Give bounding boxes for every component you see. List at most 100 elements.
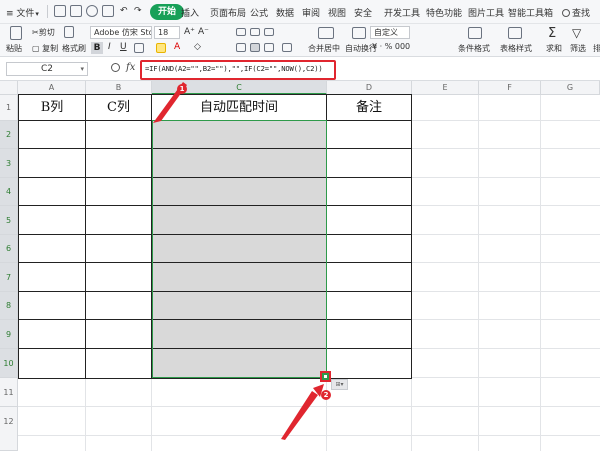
italic-button[interactable]: I bbox=[108, 42, 111, 52]
cut-button[interactable]: ✂剪切 bbox=[32, 27, 55, 38]
cell-d1[interactable]: 备注 bbox=[327, 95, 412, 121]
column-header-f[interactable]: F bbox=[479, 81, 541, 95]
decrease-font-icon[interactable]: A⁻ bbox=[198, 27, 209, 37]
file-menu[interactable]: ≡ 文件▾ bbox=[6, 6, 39, 19]
font-size-select[interactable]: 18 bbox=[154, 26, 180, 39]
tab-review[interactable]: 审阅 bbox=[302, 6, 320, 19]
cell-a7[interactable] bbox=[19, 263, 86, 292]
cell-b4[interactable] bbox=[86, 178, 152, 206]
cell-d9[interactable] bbox=[327, 320, 412, 349]
bold-button[interactable]: B bbox=[91, 42, 103, 54]
tab-data[interactable]: 数据 bbox=[276, 6, 294, 19]
save-icon[interactable] bbox=[54, 5, 66, 17]
row-header-6[interactable]: 6 bbox=[0, 235, 18, 263]
cell-b9[interactable] bbox=[86, 320, 152, 349]
row-header-2[interactable]: 2 bbox=[0, 121, 18, 149]
cell-c7[interactable] bbox=[152, 263, 327, 292]
export-pdf-icon[interactable] bbox=[70, 5, 82, 17]
cell-b3[interactable] bbox=[86, 149, 152, 178]
column-header-e[interactable]: E bbox=[412, 81, 479, 95]
column-header-d[interactable]: D bbox=[327, 81, 412, 95]
currency-format-icon[interactable]: ¥ · % 000 bbox=[372, 42, 410, 51]
font-color-icon[interactable]: A bbox=[174, 42, 180, 52]
underline-button[interactable]: U bbox=[120, 42, 127, 52]
cell-c4[interactable] bbox=[152, 178, 327, 206]
sort-label[interactable]: 排序 bbox=[593, 43, 600, 54]
cell-c8[interactable] bbox=[152, 292, 327, 320]
distributed-align-icon[interactable] bbox=[282, 43, 292, 52]
tab-security[interactable]: 安全 bbox=[354, 6, 372, 19]
name-box[interactable]: C2 ▾ bbox=[6, 62, 88, 76]
cell-a1[interactable]: B列 bbox=[19, 95, 86, 121]
zoom-formula-icon[interactable] bbox=[111, 63, 120, 72]
tab-smart-toolbox[interactable]: 智能工具箱 bbox=[508, 6, 553, 19]
cell-d5[interactable] bbox=[327, 206, 412, 235]
cell-a9[interactable] bbox=[19, 320, 86, 349]
conditional-format-icon[interactable] bbox=[468, 27, 482, 39]
cell-b8[interactable] bbox=[86, 292, 152, 320]
cell-c9[interactable] bbox=[152, 320, 327, 349]
cell-c2[interactable] bbox=[152, 121, 327, 149]
cell-b5[interactable] bbox=[86, 206, 152, 235]
format-painter-label[interactable]: 格式刷 bbox=[62, 43, 86, 54]
align-left-icon[interactable] bbox=[236, 43, 246, 52]
tab-view[interactable]: 视图 bbox=[328, 6, 346, 19]
cell-a8[interactable] bbox=[19, 292, 86, 320]
sum-icon[interactable]: Σ bbox=[548, 26, 556, 41]
cell-a10[interactable] bbox=[19, 349, 86, 379]
cell-b1[interactable]: C列 bbox=[86, 95, 152, 121]
print-preview-icon[interactable] bbox=[102, 5, 114, 17]
filter-label[interactable]: 筛选 bbox=[570, 43, 586, 54]
cell-b10[interactable] bbox=[86, 349, 152, 379]
row-header-8[interactable]: 8 bbox=[0, 292, 18, 320]
cell-a3[interactable] bbox=[19, 149, 86, 178]
wrap-text-icon[interactable] bbox=[352, 27, 366, 39]
cell-c10[interactable] bbox=[152, 349, 327, 379]
align-top-icon[interactable] bbox=[236, 28, 246, 36]
table-style-label[interactable]: 表格样式 bbox=[500, 43, 532, 54]
paste-icon[interactable] bbox=[10, 26, 22, 40]
row-header-11[interactable]: 11 bbox=[0, 378, 18, 407]
row-header-12[interactable]: 12 bbox=[0, 407, 18, 451]
column-header-g[interactable]: G bbox=[541, 81, 600, 95]
copy-button[interactable]: ▢ 复制 bbox=[32, 43, 58, 54]
row-header-3[interactable]: 3 bbox=[0, 149, 18, 178]
align-middle-icon[interactable] bbox=[250, 28, 260, 36]
increase-font-icon[interactable]: A⁺ bbox=[184, 27, 195, 37]
tab-picture-tools[interactable]: 图片工具 bbox=[468, 6, 504, 19]
row-header-7[interactable]: 7 bbox=[0, 263, 18, 292]
column-header-b[interactable]: B bbox=[86, 81, 152, 95]
cell-b2[interactable] bbox=[86, 121, 152, 149]
cell-b6[interactable] bbox=[86, 235, 152, 263]
cell-c6[interactable] bbox=[152, 235, 327, 263]
tab-formulas[interactable]: 公式 bbox=[250, 6, 268, 19]
merge-center-label[interactable]: 合并居中 bbox=[308, 43, 340, 54]
tab-insert[interactable]: 插入 bbox=[181, 6, 199, 19]
cell-c1[interactable]: 自动匹配时间 bbox=[152, 95, 327, 121]
fill-handle[interactable] bbox=[320, 371, 331, 382]
cell-d4[interactable] bbox=[327, 178, 412, 206]
align-bottom-icon[interactable] bbox=[264, 28, 274, 36]
select-all-corner[interactable] bbox=[0, 81, 18, 95]
tab-home[interactable]: 开始 bbox=[150, 4, 185, 20]
formula-input[interactable]: =IF(AND(A2="",B2=""),"",IF(C2="",NOW(),C… bbox=[145, 64, 323, 73]
cell-a2[interactable] bbox=[19, 121, 86, 149]
sum-label[interactable]: 求和 bbox=[546, 43, 562, 54]
row-header-9[interactable]: 9 bbox=[0, 320, 18, 349]
font-name-select[interactable]: Adobe 仿宋 Std R bbox=[90, 26, 152, 39]
redo-icon[interactable]: ↷ bbox=[134, 6, 142, 16]
cell-d3[interactable] bbox=[327, 149, 412, 178]
insert-function-icon[interactable]: fx bbox=[126, 62, 135, 73]
cell-d7[interactable] bbox=[327, 263, 412, 292]
row-header-10[interactable]: 10 bbox=[0, 349, 18, 378]
autofill-options-button[interactable]: ⊞▾ bbox=[331, 379, 348, 390]
column-header-a[interactable]: A bbox=[18, 81, 86, 95]
border-icon[interactable] bbox=[134, 43, 144, 53]
cell-b7[interactable] bbox=[86, 263, 152, 292]
paste-label[interactable]: 粘贴 bbox=[6, 43, 22, 54]
filter-icon[interactable]: ▽ bbox=[572, 26, 581, 40]
search-button[interactable]: 查找 bbox=[562, 6, 590, 19]
fill-color-icon[interactable] bbox=[156, 43, 166, 53]
cell-a4[interactable] bbox=[19, 178, 86, 206]
table-style-icon[interactable] bbox=[508, 27, 522, 39]
